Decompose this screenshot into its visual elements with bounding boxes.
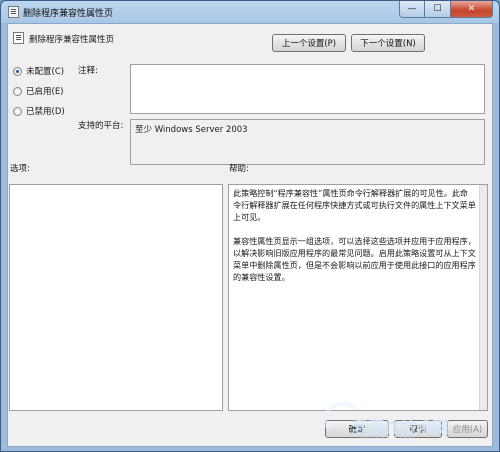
help-paragraph: 兼容性属性页显示一组选项，可以选择这些选项并应用于应用程序，以解决影响旧版应用程…	[233, 236, 476, 282]
options-pane[interactable]	[9, 184, 223, 411]
help-label: 帮助:	[229, 164, 249, 174]
platform-label: 支持的平台:	[78, 121, 124, 131]
policy-name: 删除程序兼容性属性页	[29, 35, 115, 45]
help-scrollbar[interactable]	[479, 185, 487, 410]
dialog-client-area: 删除程序兼容性属性页 上一个设置(P) 下一个设置(N) 未配置(C) 已启用(…	[7, 23, 493, 447]
radio-label: 已禁用(D)	[26, 107, 65, 117]
close-button[interactable]: ✕	[451, 1, 493, 18]
maximize-button[interactable]: ☐	[425, 1, 451, 18]
platform-field: 至少 Windows Server 2003	[130, 119, 485, 165]
dialog-window: 删除程序兼容性属性页 — ☐ ✕ 删除程序兼容性属性页 上一个设置(P) 下一个…	[0, 0, 500, 452]
help-paragraph: 此策略控制“程序兼容性”属性页命令行解释器扩展的可见性。此命令行解释器扩展在任何…	[233, 188, 476, 222]
comment-textarea[interactable]	[130, 64, 485, 114]
policy-document-icon	[8, 6, 19, 18]
watermark-url: www.52ij.com	[360, 435, 416, 444]
window-controls: — ☐ ✕	[399, 1, 493, 18]
minimize-button[interactable]: —	[399, 1, 425, 18]
help-pane[interactable]: 此策略控制“程序兼容性”属性页命令行解释器扩展的可见性。此命令行解释器扩展在任何…	[228, 184, 488, 411]
apply-button[interactable]: 应用(A)	[447, 420, 488, 438]
title-bar[interactable]: 删除程序兼容性属性页 — ☐ ✕	[1, 1, 499, 23]
radio-label: 未配置(C)	[26, 67, 65, 77]
radio-enabled[interactable]: 已启用(E)	[13, 85, 64, 97]
next-setting-button[interactable]: 下一个设置(N)	[351, 34, 425, 52]
policy-icon	[13, 32, 24, 44]
radio-label: 已启用(E)	[26, 87, 64, 97]
radio-selected-icon[interactable]	[13, 66, 22, 76]
radio-disabled[interactable]: 已禁用(D)	[13, 105, 65, 117]
help-text: 此策略控制“程序兼容性”属性页命令行解释器扩展的可见性。此命令行解释器扩展在任何…	[233, 187, 476, 295]
radio-unselected-icon[interactable]	[13, 106, 22, 116]
window-title: 删除程序兼容性属性页	[23, 9, 114, 19]
radio-not-configured[interactable]: 未配置(C)	[13, 65, 64, 77]
options-label: 选项:	[10, 164, 30, 174]
comment-label: 注释:	[78, 66, 98, 76]
radio-unselected-icon[interactable]	[13, 86, 22, 96]
platform-value: 至少 Windows Server 2003	[135, 125, 248, 135]
previous-setting-button[interactable]: 上一个设置(P)	[272, 34, 346, 52]
